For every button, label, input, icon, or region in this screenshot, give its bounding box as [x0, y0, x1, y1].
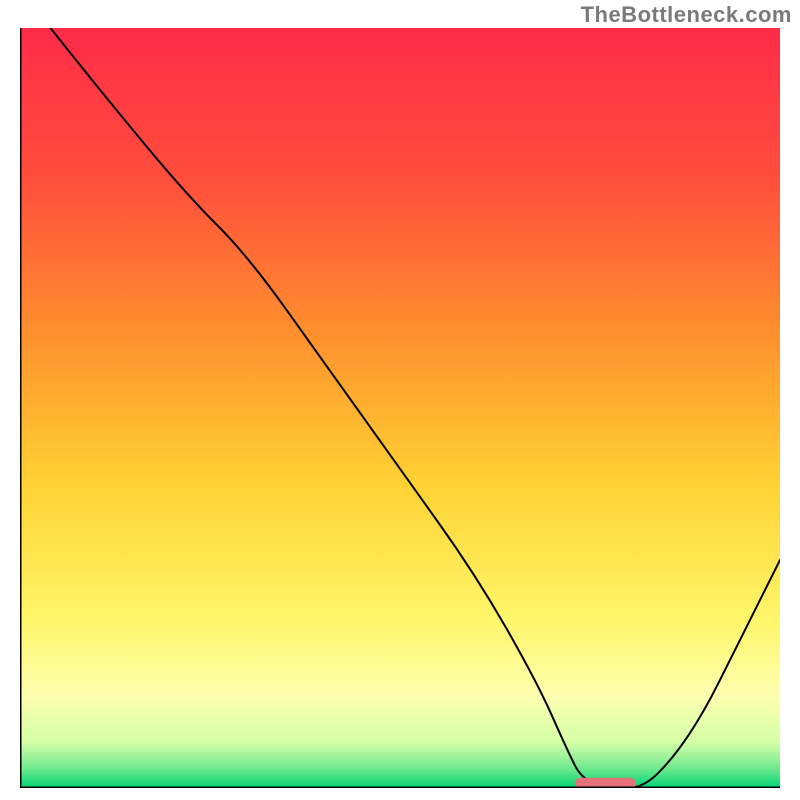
chart-container: TheBottleneck.com — [0, 0, 800, 800]
gradient-background — [20, 28, 780, 788]
optimum-pill — [575, 778, 636, 788]
watermark-text: TheBottleneck.com — [581, 2, 792, 28]
chart-plot-area — [20, 28, 780, 788]
chart-svg — [20, 28, 780, 788]
